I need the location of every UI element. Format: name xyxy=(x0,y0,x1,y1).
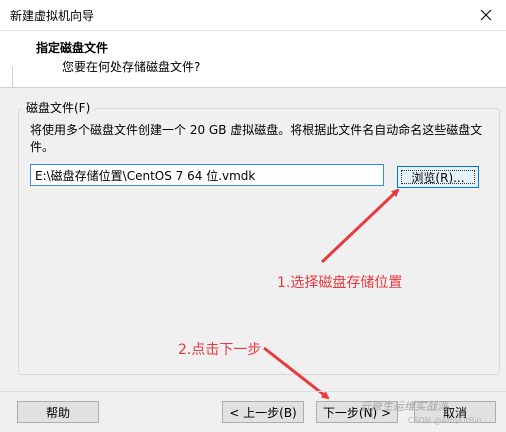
browse-button-label: 浏览(R)... xyxy=(411,170,465,185)
window-title: 新建虚拟机向导 xyxy=(10,9,95,23)
watermark-text: 云原生运维实战派 xyxy=(360,400,448,413)
disk-path-input[interactable] xyxy=(30,164,384,186)
header-edge-divider xyxy=(0,67,13,87)
title-bar: 新建虚拟机向导 xyxy=(0,0,506,31)
close-button[interactable] xyxy=(466,0,506,30)
back-button-label: < 上一步(B) xyxy=(229,405,297,420)
help-button-label: 帮助 xyxy=(45,405,70,420)
back-button[interactable]: < 上一步(B) xyxy=(222,401,304,423)
annotation-step-1: 1.选择磁盘存储位置 xyxy=(277,275,403,291)
footer-divider xyxy=(0,391,506,392)
help-button[interactable]: 帮助 xyxy=(17,401,99,423)
annotation-step-2: 2.点击下一步 xyxy=(178,342,262,358)
browse-button[interactable]: 浏览(R)... xyxy=(397,166,479,188)
close-icon xyxy=(480,9,492,21)
disk-file-description: 将使用多个磁盘文件创建一个 20 GB 虚拟磁盘。将根据此文件名自动命名这些磁盘… xyxy=(30,123,483,154)
disk-file-group-label: 磁盘文件(F) xyxy=(22,99,95,116)
page-title: 指定磁盘文件 xyxy=(36,41,109,55)
wizard-header: 指定磁盘文件 您要在何处存储磁盘文件? xyxy=(0,31,506,88)
watermark-subtext: CSDN @AmyOtBin xyxy=(408,416,482,425)
page-subtitle: 您要在何处存储磁盘文件? xyxy=(62,60,201,74)
